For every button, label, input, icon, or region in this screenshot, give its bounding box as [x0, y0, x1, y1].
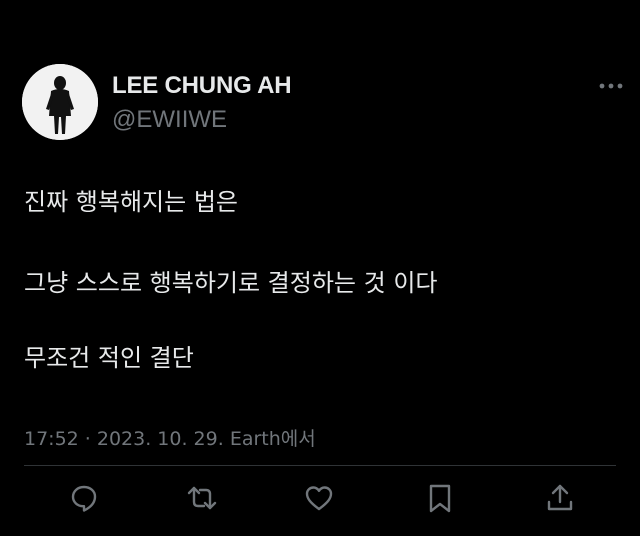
bookmark-icon[interactable] [424, 482, 456, 514]
divider [24, 465, 616, 466]
action-bar [0, 482, 640, 514]
avatar-image [22, 64, 98, 140]
tweet-header: LEE CHUNG AH @EWIIWE [22, 64, 623, 144]
tweet-text-line: 진짜 행복해지는 법은 [24, 188, 238, 216]
reply-icon[interactable] [68, 482, 100, 514]
more-horizontal-icon[interactable] [596, 74, 626, 98]
display-name[interactable]: LEE CHUNG AH [112, 72, 292, 100]
user-handle[interactable]: @EWIIWE [112, 106, 227, 134]
avatar[interactable] [22, 64, 98, 140]
tweet-text-line: 그냥 스스로 행복하기로 결정하는 것 이다 [24, 269, 438, 297]
tweet-text-line: 무조건 적인 결단 [24, 344, 194, 372]
share-icon[interactable] [544, 482, 576, 514]
retweet-icon[interactable] [186, 482, 218, 514]
heart-icon[interactable] [303, 482, 335, 514]
tweet-timestamp-source[interactable]: 17:52 · 2023. 10. 29. Earth에서 [24, 426, 316, 452]
